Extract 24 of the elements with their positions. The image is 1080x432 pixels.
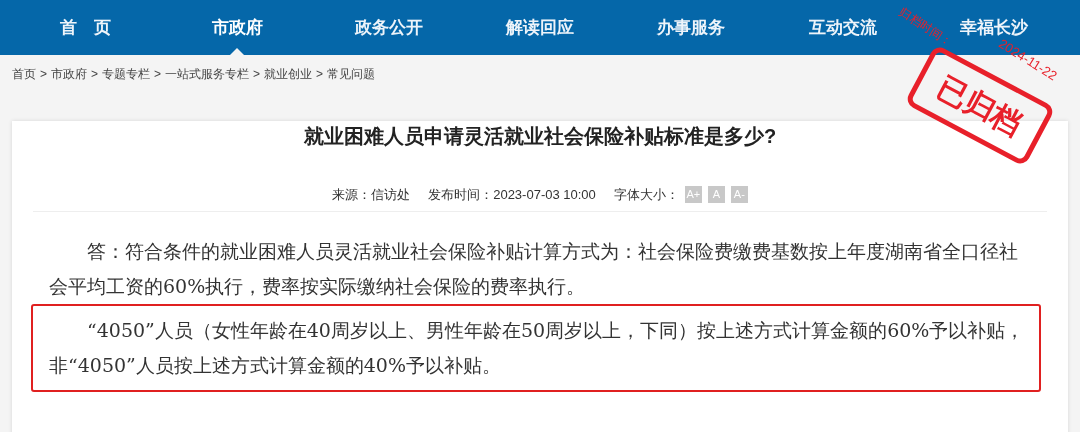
nav-tab[interactable]: 市政府 xyxy=(211,14,263,41)
publish-time: 发布时间：2023-07-03 10:00 xyxy=(428,186,596,204)
breadcrumb-link[interactable]: 市政府 xyxy=(51,65,87,83)
article-paragraph: 答：符合条件的就业困难人员灵活就业社会保险补贴计算方式为：社会保险费缴费基数按上年度湖南省全口径社会平均工资的60%执行，费率按实际缴纳社会保险的费率执行。 xyxy=(48,238,1019,299)
breadcrumb-link[interactable]: 常见问题 xyxy=(327,65,376,83)
article-paragraph: “4050”人员（女性年龄在40周岁以上、男性年龄在50周岁以上，下同）按上述方式计算金额的60%予以补贴，非“4050”人员按上述方式计算金额的40%予以补贴。 xyxy=(31,303,1041,392)
font-size-label: 字体大小： xyxy=(613,186,679,204)
breadcrumb-link[interactable]: 首页 xyxy=(12,65,36,83)
breadcrumb-separator: > xyxy=(316,66,324,83)
nav-tab[interactable]: 办事服务 xyxy=(657,14,726,41)
source-text: 来源：信访处 xyxy=(332,186,411,204)
breadcrumb-separator: > xyxy=(253,66,261,83)
nav-tab[interactable]: 首 页 xyxy=(60,14,112,41)
breadcrumb-link[interactable]: 一站式服务专栏 xyxy=(165,65,250,83)
breadcrumb-link[interactable]: 专题专栏 xyxy=(102,65,151,83)
nav-tab[interactable]: 解读回应 xyxy=(505,14,574,41)
breadcrumb-link[interactable]: 就业创业 xyxy=(264,65,313,83)
article-title: 就业困难人员申请灵活就业社会保险补贴标准是多少? xyxy=(303,124,777,149)
nav-tab[interactable]: 互动交流 xyxy=(808,14,877,41)
breadcrumb-separator: > xyxy=(154,66,162,83)
breadcrumb-separator: > xyxy=(91,66,99,83)
active-tab-pointer-icon xyxy=(230,48,245,55)
nav-tab[interactable]: 政务公开 xyxy=(354,14,423,41)
breadcrumb-separator: > xyxy=(40,66,47,83)
